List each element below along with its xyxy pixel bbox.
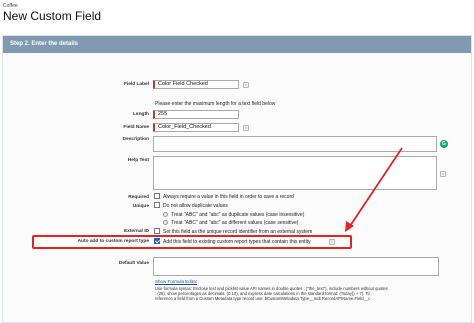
external-id-label: External ID: [123, 229, 149, 234]
case-insensitive-radio[interactable]: [163, 212, 168, 217]
case-sensitive-text: Treat "ABC" and "abc" as different value…: [171, 220, 299, 226]
unique-label: Unique: [132, 204, 149, 209]
auto-add-label: Auto add to custom report type: [77, 239, 149, 244]
info-icon[interactable]: i: [243, 82, 249, 88]
info-icon[interactable]: i: [329, 239, 335, 245]
step-title: Step 2. Enter the details: [10, 41, 79, 47]
formula-help-line3: reference a field from a Custom Metadata…: [155, 296, 371, 301]
help-text-label: Help Text: [127, 158, 149, 163]
default-value-textarea[interactable]: [153, 257, 439, 276]
page-title: New Custom Field: [3, 9, 102, 23]
length-label: Length: [133, 112, 149, 117]
required-label: Required: [128, 195, 149, 200]
default-value-label: Default Value: [118, 261, 149, 266]
case-sensitive-radio[interactable]: [163, 220, 168, 225]
description-textarea[interactable]: [153, 136, 437, 152]
field-name-input[interactable]: Color_Field_Checked: [153, 123, 239, 132]
auto-add-checkbox[interactable]: [154, 238, 160, 244]
unique-checkbox[interactable]: [154, 202, 160, 208]
details-panel: Step 2. Enter the details Field Label Co…: [2, 35, 472, 323]
field-name-label: Field Name: [123, 125, 149, 130]
length-hint: Please enter the maximum length for a te…: [155, 101, 276, 107]
length-input[interactable]: 255: [153, 110, 239, 119]
auto-add-text: Add this field to existing custom report…: [163, 239, 311, 245]
unique-text: Do not allow duplicate values: [163, 203, 228, 209]
description-label: Description: [122, 137, 149, 142]
field-label-input[interactable]: Color Field Checked: [153, 80, 239, 89]
step-header: Step 2. Enter the details: [3, 36, 471, 53]
field-label-label: Field Label: [123, 82, 149, 87]
show-formula-editor-link[interactable]: Show Formula Editor: [155, 279, 197, 284]
help-text-textarea[interactable]: [153, 156, 437, 190]
required-checkbox[interactable]: [154, 193, 160, 199]
case-insensitive-text: Treat "ABC" and "abc" as duplicate value…: [171, 212, 305, 218]
required-text: Always require a value in this field in …: [163, 194, 294, 200]
info-icon[interactable]: i: [440, 171, 446, 177]
info-icon[interactable]: i: [243, 125, 249, 131]
external-id-checkbox[interactable]: [154, 228, 160, 234]
grammarly-icon[interactable]: G: [440, 140, 448, 148]
